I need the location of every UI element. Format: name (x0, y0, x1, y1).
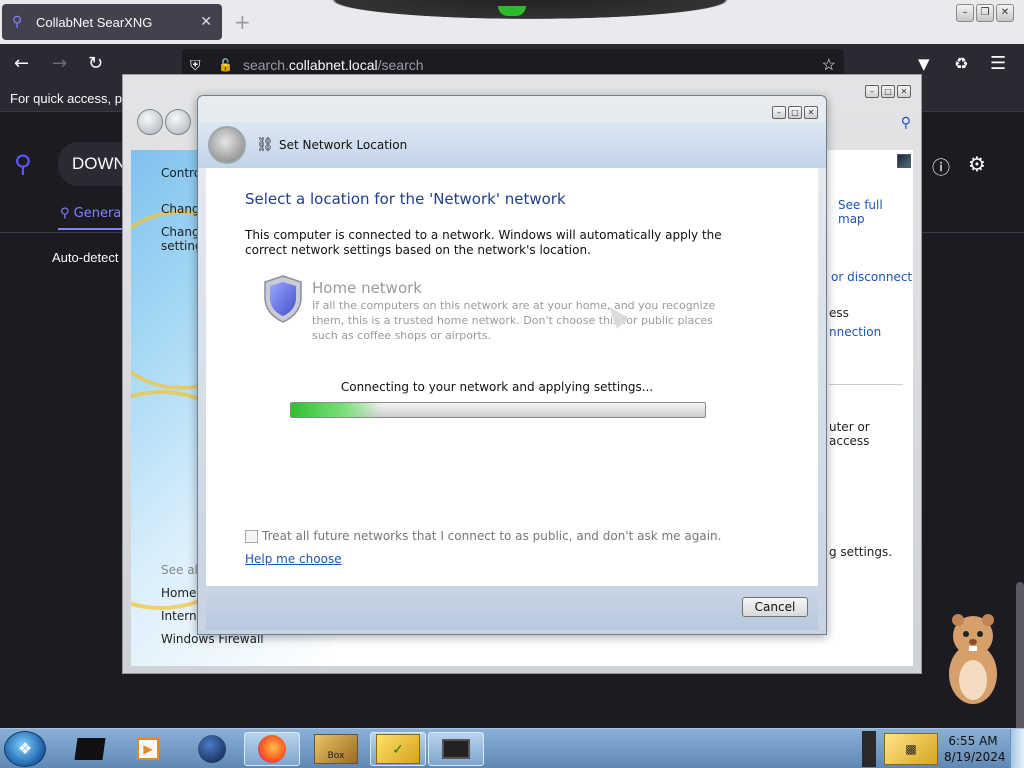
network-icon: ⛓ (256, 137, 274, 153)
pocket-icon[interactable]: ▼ (918, 53, 930, 75)
firefox-icon (258, 735, 286, 763)
dialog-description: This computer is connected to a network.… (245, 228, 722, 257)
tab-title: CollabNet SearXNG (36, 14, 153, 30)
dialog-maximize-button[interactable]: □ (788, 106, 802, 119)
help-me-choose-link[interactable]: Help me choose (245, 552, 342, 566)
network-center-icon (442, 739, 470, 759)
nsc-nav-buttons (137, 109, 191, 135)
insecure-lock-icon[interactable]: 🔓 (218, 58, 233, 72)
tray-network-icon[interactable]: ▩ (884, 733, 938, 765)
media-player-icon: ▶ (137, 738, 159, 760)
taskbar-app-network-wizard[interactable]: ✓ (370, 732, 426, 766)
nsc-forward-button[interactable] (165, 109, 191, 135)
progress-label: Connecting to your network and applying … (340, 380, 654, 394)
browser-tab-bar: ⚲ CollabNet SearXNG ✕ + – ❐ ✕ (0, 0, 1024, 44)
info-icon[interactable]: ⓘ (932, 154, 950, 180)
router-access-text: uter or access (829, 420, 870, 448)
url-host-prefix: search. (242, 57, 289, 73)
globe-icon (198, 735, 226, 763)
language-autodetect[interactable]: Auto-detect (52, 250, 119, 265)
dialog-body: Select a location for the 'Network' netw… (206, 168, 818, 586)
dialog-minimize-button[interactable]: – (772, 106, 786, 119)
nsc-back-button[interactable] (137, 109, 163, 135)
close-tab-icon[interactable]: ✕ (200, 14, 212, 30)
start-button[interactable]: ❖ (4, 731, 46, 767)
terminal-icon (74, 738, 106, 760)
network-wizard-icon: ✓ (376, 734, 420, 764)
progress-bar-fill (291, 403, 383, 417)
public-networks-checkbox-row[interactable]: Treat all future networks that I connect… (245, 529, 721, 543)
tray-show-hidden-icon[interactable] (862, 731, 876, 767)
tab-general-underline (58, 228, 124, 230)
home-network-option-title: Home network (312, 279, 422, 297)
set-network-location-dialog: – □ ✕ ⛓ Set Network Location Select a lo… (197, 95, 827, 635)
clock-time: 6:55 AM (948, 734, 998, 748)
sidebar-item-control-panel[interactable]: Contro (161, 166, 201, 180)
url-path: /search (377, 57, 424, 73)
restore-button[interactable]: ❐ (976, 4, 994, 22)
divider (829, 384, 903, 385)
connect-disconnect-link[interactable]: or disconnect (831, 270, 912, 284)
box-game-icon: Box (314, 734, 358, 764)
scrollbar[interactable] (1016, 582, 1024, 752)
searxng-logo-search-icon[interactable]: ⚲ (14, 150, 32, 178)
public-networks-checkbox[interactable] (245, 529, 258, 543)
taskbar-app-nsc[interactable] (428, 732, 484, 766)
taskbar: ❖ ▶ Box ✓ ▩ 6:55 AM 8/19/2024 (0, 728, 1024, 768)
public-networks-checkbox-label: Treat all future networks that I connect… (262, 529, 722, 543)
clock[interactable]: 6:55 AM 8/19/2024 (944, 733, 1006, 765)
url-host: collabnet.local (288, 57, 378, 73)
forward-icon[interactable]: → (52, 53, 67, 75)
tab-general-label: Genera (73, 206, 122, 221)
connection-link[interactable]: nnection (829, 325, 881, 339)
dialog-close-button[interactable]: ✕ (804, 106, 818, 119)
clock-date: 8/19/2024 (944, 750, 1006, 764)
taskbar-app-media-player[interactable]: ▶ (120, 732, 176, 766)
desktop-notch-decoration (280, 0, 780, 24)
dialog-back-button[interactable] (208, 126, 246, 164)
nsc-close-button[interactable]: ✕ (897, 85, 911, 98)
sidebar-link-internet-options[interactable]: Intern (161, 609, 197, 623)
menu-icon[interactable]: ☰ (990, 53, 1006, 75)
nsc-maximize-button[interactable]: □ (881, 85, 895, 98)
dialog-heading: Select a location for the 'Network' netw… (245, 190, 566, 208)
settings-text: g settings. (829, 545, 893, 559)
dialog-title: Set Network Location (279, 138, 408, 152)
taskbar-app-box[interactable]: Box (308, 732, 364, 766)
show-desktop-button[interactable] (1010, 729, 1024, 768)
minimize-button[interactable]: – (956, 4, 974, 22)
taskbar-app-globe[interactable] (184, 732, 240, 766)
dialog-window-controls: – □ ✕ (772, 106, 818, 119)
close-button[interactable]: ✕ (996, 4, 1014, 22)
nsc-map-thumbnail (897, 154, 911, 168)
browser-tab-active[interactable]: ⚲ CollabNet SearXNG ✕ (2, 4, 222, 40)
nsc-window-controls: – □ ✕ (865, 85, 911, 98)
new-tab-button[interactable]: + (234, 10, 251, 34)
bookmark-star-icon[interactable]: ☆ (822, 55, 836, 75)
gear-icon[interactable]: ⚙ (968, 152, 986, 176)
cancel-button[interactable]: Cancel (742, 597, 808, 617)
home-network-shield-icon (264, 275, 302, 323)
tracking-shield-icon[interactable]: ⛨ (190, 57, 206, 74)
taskbar-app-firefox[interactable] (244, 732, 300, 766)
searxng-favicon-icon: ⚲ (12, 14, 23, 30)
hamster-mascot-icon (949, 614, 997, 704)
nsc-minimize-button[interactable]: – (865, 85, 879, 98)
reload-icon[interactable]: ↻ (88, 53, 103, 75)
progress-bar (290, 402, 706, 418)
nsc-search-icon[interactable]: ⚲ (901, 115, 911, 131)
see-full-map-link[interactable]: See full map (838, 198, 913, 226)
back-icon[interactable]: ← (14, 53, 29, 75)
tab-general[interactable]: ⚲ Genera (60, 206, 121, 221)
extensions-icon[interactable]: ♻ (954, 53, 968, 75)
dialog-footer: Cancel (206, 586, 818, 630)
taskbar-app-terminal[interactable] (62, 732, 118, 766)
home-network-option-description: If all the computers on this network are… (312, 299, 716, 342)
access-text: ess (829, 306, 849, 320)
browser-window-controls: – ❐ ✕ (956, 4, 1014, 22)
